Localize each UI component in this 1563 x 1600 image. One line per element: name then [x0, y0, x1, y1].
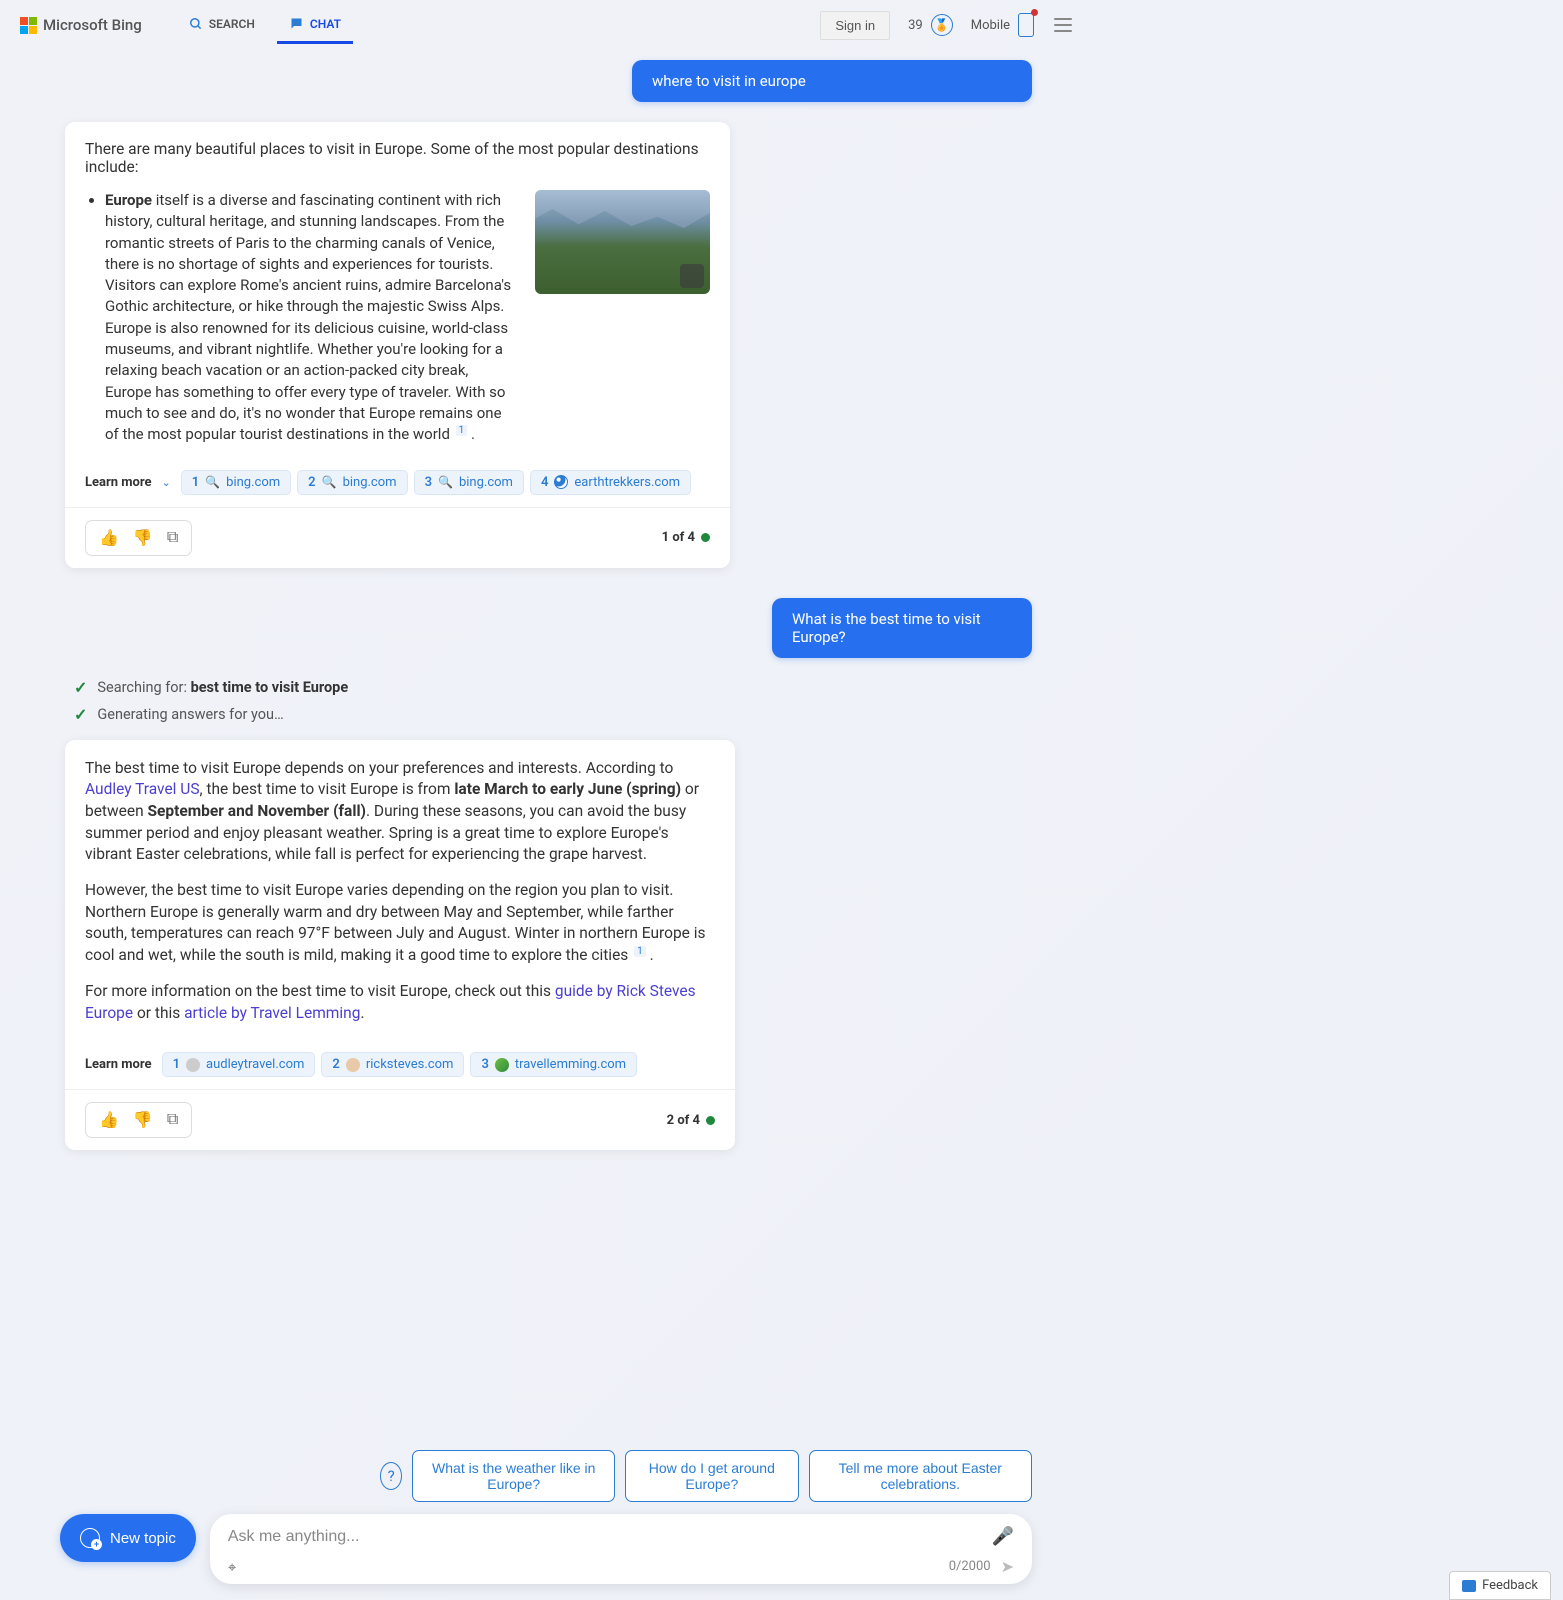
char-count: 0/2000 [949, 1559, 991, 1574]
phone-icon[interactable] [1018, 13, 1034, 37]
citation-2[interactable]: 2ricksteves.com [321, 1052, 464, 1077]
chat-container: where to visit in europe There are many … [0, 50, 1092, 1320]
brand-name: Microsoft Bing [43, 16, 142, 34]
thumbs-down-button[interactable]: 👎 [128, 526, 158, 550]
check-icon: ✓ [74, 678, 87, 697]
search-icon [189, 17, 203, 31]
feedback-icon [1462, 1580, 1476, 1592]
composer: New topic 🎤 ⌖ 0/2000 ➤ [60, 1514, 1032, 1584]
status-searching: ✓ Searching for: best time to visit Euro… [74, 678, 1032, 697]
tab-search[interactable]: SEARCH [177, 6, 267, 44]
input-box: 🎤 ⌖ 0/2000 ➤ [210, 1514, 1032, 1584]
card-footer: 👍 👎 ⧉ 2 of 4 [65, 1089, 735, 1150]
brand-logo[interactable]: Microsoft Bing [20, 16, 142, 34]
visual-search-icon[interactable]: ⌖ [228, 1558, 236, 1576]
learn-more-label: Learn more [85, 475, 152, 490]
bot-response-2: The best time to visit Europe depends on… [65, 740, 735, 1151]
search-icon: 🔍 [205, 475, 220, 489]
response-intro: There are many beautiful places to visit… [85, 140, 710, 176]
tab-search-label: SEARCH [209, 17, 255, 31]
citation-1[interactable]: 1🔍bing.com [181, 470, 291, 495]
user-message-1: where to visit in europe [632, 60, 1032, 102]
suggestion-1[interactable]: What is the weather like in Europe? [412, 1450, 615, 1502]
mobile-link[interactable]: Mobile [971, 18, 1010, 33]
thumbs-down-button[interactable]: 👎 [128, 1108, 158, 1132]
status-dot-icon [701, 533, 710, 542]
status-dot-icon [706, 1116, 715, 1125]
tab-chat-label: CHAT [310, 17, 341, 31]
feedback-button[interactable]: Feedback [1449, 1571, 1551, 1600]
response-paragraph-3: For more information on the best time to… [85, 981, 715, 1024]
help-icon[interactable]: ? [380, 1462, 402, 1490]
favicon-icon [554, 475, 568, 489]
chat-icon [289, 16, 304, 31]
learn-more-label: Learn more [85, 1057, 152, 1072]
citation-1[interactable]: 1audleytravel.com [162, 1052, 316, 1077]
favicon-icon [495, 1058, 509, 1072]
status-block: ✓ Searching for: best time to visit Euro… [74, 678, 1032, 724]
rewards[interactable]: 39 🏅 [908, 14, 953, 36]
link-audley[interactable]: Audley Travel US [85, 780, 200, 798]
favicon-icon [346, 1058, 360, 1072]
bot-response-1: There are many beautiful places to visit… [65, 122, 730, 568]
thumbs-up-button[interactable]: 👍 [94, 1108, 124, 1132]
new-topic-button[interactable]: New topic [60, 1514, 196, 1562]
search-icon: 🔍 [438, 475, 453, 489]
microsoft-icon [20, 17, 37, 34]
suggestion-3[interactable]: Tell me more about Easter celebrations. [809, 1450, 1032, 1502]
send-icon[interactable]: ➤ [1001, 1557, 1014, 1576]
menu-icon[interactable] [1054, 18, 1072, 32]
user-message-2: What is the best time to visit Europe? [772, 598, 1032, 658]
favicon-icon [186, 1058, 200, 1072]
citation-sup[interactable]: 1 [456, 425, 468, 436]
turn-counter: 1 of 4 [662, 530, 710, 545]
citation-3[interactable]: 3travellemming.com [470, 1052, 637, 1077]
learn-more-row: Learn more 1audleytravel.com 2ricksteves… [65, 1042, 735, 1089]
learn-more-row: Learn more ⌄ 1🔍bing.com 2🔍bing.com 3🔍bin… [65, 460, 730, 507]
rewards-count: 39 [908, 18, 923, 33]
link-travellemming[interactable]: article by Travel Lemming [184, 1004, 360, 1022]
status-generating: ✓ Generating answers for you… [74, 705, 1032, 724]
citation-2[interactable]: 2🔍bing.com [297, 470, 407, 495]
copy-button[interactable]: ⧉ [162, 527, 183, 549]
copy-button[interactable]: ⧉ [162, 1109, 183, 1131]
turn-counter: 2 of 4 [667, 1113, 715, 1128]
response-paragraph-2: However, the best time to visit Europe v… [85, 880, 715, 967]
chevron-down-icon[interactable]: ⌄ [162, 476, 171, 489]
thumbs-up-button[interactable]: 👍 [94, 526, 124, 550]
card-footer: 👍 👎 ⧉ 1 of 4 [65, 507, 730, 568]
header: Microsoft Bing SEARCH CHAT Sign in 39 🏅 … [0, 0, 1092, 50]
tab-chat[interactable]: CHAT [277, 6, 353, 44]
suggestions-bar: ? What is the weather like in Europe? Ho… [0, 1450, 1092, 1502]
chat-input[interactable] [228, 1528, 982, 1546]
mic-icon[interactable]: 🎤 [992, 1526, 1014, 1547]
signin-button[interactable]: Sign in [820, 11, 890, 40]
check-icon: ✓ [74, 705, 87, 724]
citation-4[interactable]: 4earthtrekkers.com [530, 470, 691, 495]
rewards-icon: 🏅 [931, 14, 953, 36]
search-icon: 🔍 [322, 475, 337, 489]
nav-tabs: SEARCH CHAT [177, 6, 353, 44]
response-image[interactable] [535, 190, 710, 294]
response-bullet: Europe itself is a diverse and fascinati… [105, 190, 517, 446]
new-topic-icon [80, 1528, 100, 1548]
suggestion-2[interactable]: How do I get around Europe? [625, 1450, 798, 1502]
citation-3[interactable]: 3🔍bing.com [414, 470, 524, 495]
response-paragraph-1: The best time to visit Europe depends on… [85, 758, 715, 866]
citation-sup[interactable]: 1 [634, 946, 646, 957]
